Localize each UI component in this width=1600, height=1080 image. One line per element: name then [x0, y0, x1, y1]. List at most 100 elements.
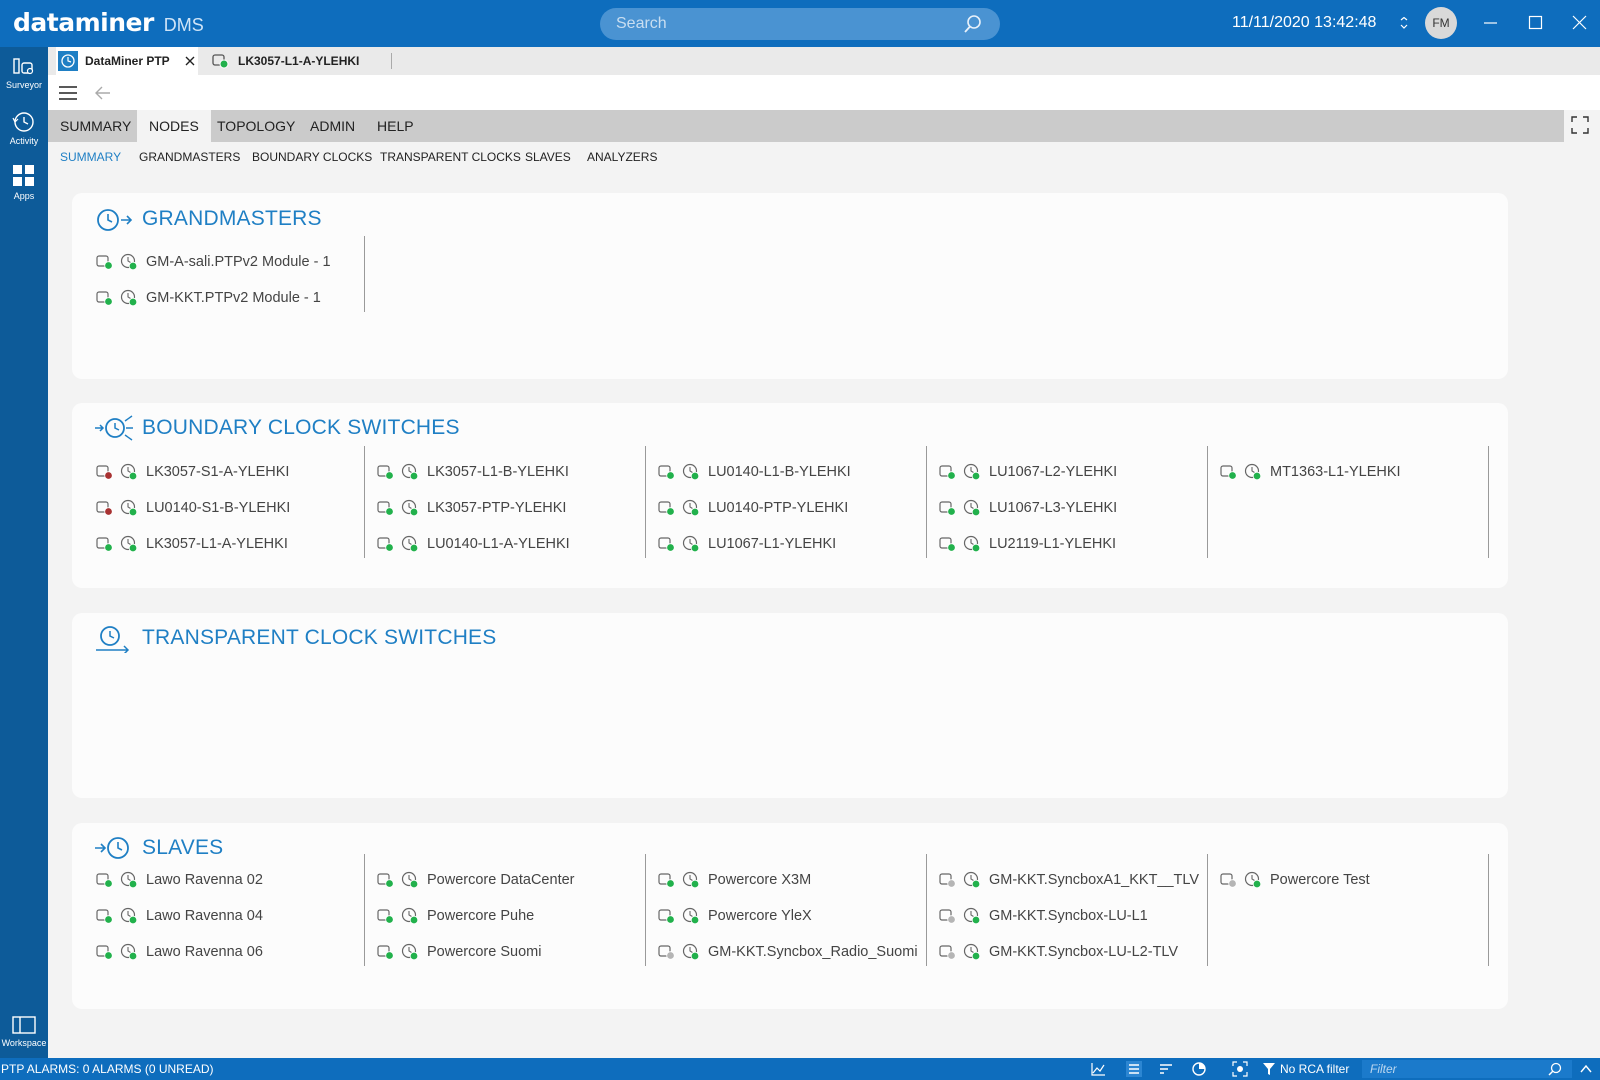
search-placeholder: Search	[616, 15, 667, 32]
search-input[interactable]: Search	[600, 8, 1000, 40]
transparent-clock-icon	[96, 626, 130, 653]
filter-input[interactable]: Filter	[1362, 1060, 1572, 1078]
rail-surveyor[interactable]: Surveyor	[0, 56, 48, 90]
subnav-analyzers[interactable]: ANALYZERS	[587, 150, 657, 164]
activity-icon	[12, 112, 34, 132]
column-divider	[645, 446, 646, 558]
subnav-transparent-clocks[interactable]: TRANSPARENT CLOCKS	[380, 150, 521, 164]
node-item[interactable]: Powercore YleX	[658, 906, 812, 926]
rail-label-activity: Activity	[9, 136, 39, 146]
node-item[interactable]: LU0140-L1-A-YLEHKI	[377, 534, 570, 554]
nav-summary[interactable]: SUMMARY	[48, 110, 143, 142]
trend-icon[interactable]	[1090, 1061, 1106, 1077]
tab-dataminer-ptp[interactable]: DataMiner PTP	[56, 47, 198, 75]
element-status-icon	[377, 465, 394, 480]
rca-filter[interactable]: No RCA filter	[1262, 1062, 1349, 1076]
search-icon[interactable]	[962, 13, 984, 35]
node-item[interactable]: LK3057-L1-A-YLEHKI	[96, 534, 288, 554]
node-name: Powercore Puhe	[427, 908, 535, 924]
nav-topology[interactable]: TOPOLOGY	[205, 110, 307, 142]
nav-nodes[interactable]: NODES	[137, 110, 211, 142]
node-item[interactable]: LU1067-L1-YLEHKI	[658, 534, 836, 554]
rail-workspace[interactable]: Workspace	[0, 1014, 48, 1048]
element-status-icon	[96, 945, 113, 960]
node-name: Powercore DataCenter	[427, 872, 575, 888]
node-item[interactable]: LU1067-L2-YLEHKI	[939, 462, 1117, 482]
node-item[interactable]: MT1363-L1-YLEHKI	[1220, 462, 1401, 482]
rail-apps[interactable]: Apps	[0, 163, 48, 201]
nav-help[interactable]: HELP	[365, 110, 426, 142]
pie-chart-icon[interactable]	[1191, 1061, 1207, 1077]
ptp-clock-icon	[682, 535, 700, 553]
list-view-icon[interactable]	[1126, 1061, 1142, 1077]
subnav-summary[interactable]: SUMMARY	[60, 150, 121, 164]
node-item[interactable]: GM-A-sali.PTPv2 Module - 1	[96, 252, 331, 272]
node-item[interactable]: Lawo Ravenna 04	[96, 906, 263, 926]
tab-lk3057[interactable]: LK3057-L1-A-YLEHKI	[212, 47, 392, 75]
surveyor-icon	[13, 58, 34, 75]
node-item[interactable]: Powercore X3M	[658, 870, 811, 890]
node-item[interactable]: Powercore Suomi	[377, 942, 541, 962]
app-toolbar	[48, 75, 1600, 110]
node-name: LU1067-L1-YLEHKI	[708, 536, 837, 552]
node-item[interactable]: LK3057-L1-B-YLEHKI	[377, 462, 569, 482]
nav-admin[interactable]: ADMIN	[298, 110, 367, 142]
node-item[interactable]: Powercore DataCenter	[377, 870, 575, 890]
subnav-grandmasters[interactable]: GRANDMASTERS	[139, 150, 240, 164]
element-status-icon	[96, 501, 113, 516]
focus-icon[interactable]	[1232, 1061, 1248, 1077]
node-item[interactable]: LU2119-L1-YLEHKI	[939, 534, 1116, 554]
node-item[interactable]: Powercore Test	[1220, 870, 1370, 890]
back-arrow-icon[interactable]	[94, 85, 112, 101]
node-name: LK3057-L1-A-YLEHKI	[146, 536, 288, 552]
chevron-up-icon[interactable]	[1578, 1061, 1594, 1077]
clock-datetime: 11/11/2020 13:42:48	[1232, 14, 1377, 31]
fullscreen-icon[interactable]	[1570, 115, 1590, 135]
element-status-icon	[96, 909, 113, 924]
column-divider	[1488, 446, 1489, 558]
node-item[interactable]: Lawo Ravenna 06	[96, 942, 263, 962]
node-item[interactable]: GM-KKT.SyncboxA1_KKT__TLV	[939, 870, 1199, 890]
column-divider	[1207, 854, 1208, 966]
node-name: MT1363-L1-YLEHKI	[1270, 464, 1401, 480]
node-item[interactable]: LU1067-L3-YLEHKI	[939, 498, 1117, 518]
node-item[interactable]: LK3057-S1-A-YLEHKI	[96, 462, 289, 482]
ptp-clock-icon	[120, 499, 138, 517]
element-status-icon	[96, 537, 113, 552]
node-item[interactable]: LU0140-PTP-YLEHKI	[658, 498, 848, 518]
node-item[interactable]: LK3057-PTP-YLEHKI	[377, 498, 566, 518]
tab-divider	[391, 53, 392, 69]
workspace-icon	[12, 1016, 36, 1034]
section-title: TRANSPARENT CLOCK SWITCHES	[142, 626, 497, 649]
close-tab-icon[interactable]	[184, 55, 196, 67]
node-item[interactable]: GM-KKT.PTPv2 Module - 1	[96, 288, 321, 308]
alarm-summary: PTP ALARMS: 0 ALARMS (0 UNREAD)	[1, 1062, 214, 1076]
avatar[interactable]: FM	[1425, 7, 1457, 39]
datetime-menu-icon[interactable]	[1399, 17, 1409, 29]
node-item[interactable]: LU0140-S1-B-YLEHKI	[96, 498, 290, 518]
element-status-icon	[939, 537, 956, 552]
element-status-icon	[96, 255, 113, 270]
ptp-clock-icon	[401, 463, 419, 481]
node-item[interactable]: GM-KKT.Syncbox-LU-L1	[939, 906, 1148, 926]
close-icon[interactable]	[1569, 12, 1591, 34]
node-item[interactable]: LU0140-L1-B-YLEHKI	[658, 462, 851, 482]
minimize-icon[interactable]	[1480, 12, 1502, 34]
column-divider	[1207, 446, 1208, 558]
subnav-boundary-clocks[interactable]: BOUNDARY CLOCKS	[252, 150, 372, 164]
element-status-icon	[377, 945, 394, 960]
node-name: LU1067-L2-YLEHKI	[989, 464, 1118, 480]
sort-icon[interactable]	[1158, 1061, 1174, 1077]
rail-activity[interactable]: Activity	[0, 110, 48, 146]
hamburger-menu-icon[interactable]	[58, 85, 78, 101]
node-item[interactable]: GM-KKT.Syncbox_Radio_Suomi	[658, 942, 918, 962]
ptp-clock-icon	[963, 871, 981, 889]
tab-bar: DataMiner PTP LK3057-L1-A-YLEHKI	[48, 47, 1600, 75]
filter-search-icon[interactable]	[1547, 1061, 1563, 1077]
node-item[interactable]: Powercore Puhe	[377, 906, 534, 926]
element-status-icon	[939, 909, 956, 924]
maximize-icon[interactable]	[1525, 12, 1547, 34]
node-item[interactable]: Lawo Ravenna 02	[96, 870, 263, 890]
node-item[interactable]: GM-KKT.Syncbox-LU-L2-TLV	[939, 942, 1178, 962]
subnav-slaves[interactable]: SLAVES	[525, 150, 571, 164]
